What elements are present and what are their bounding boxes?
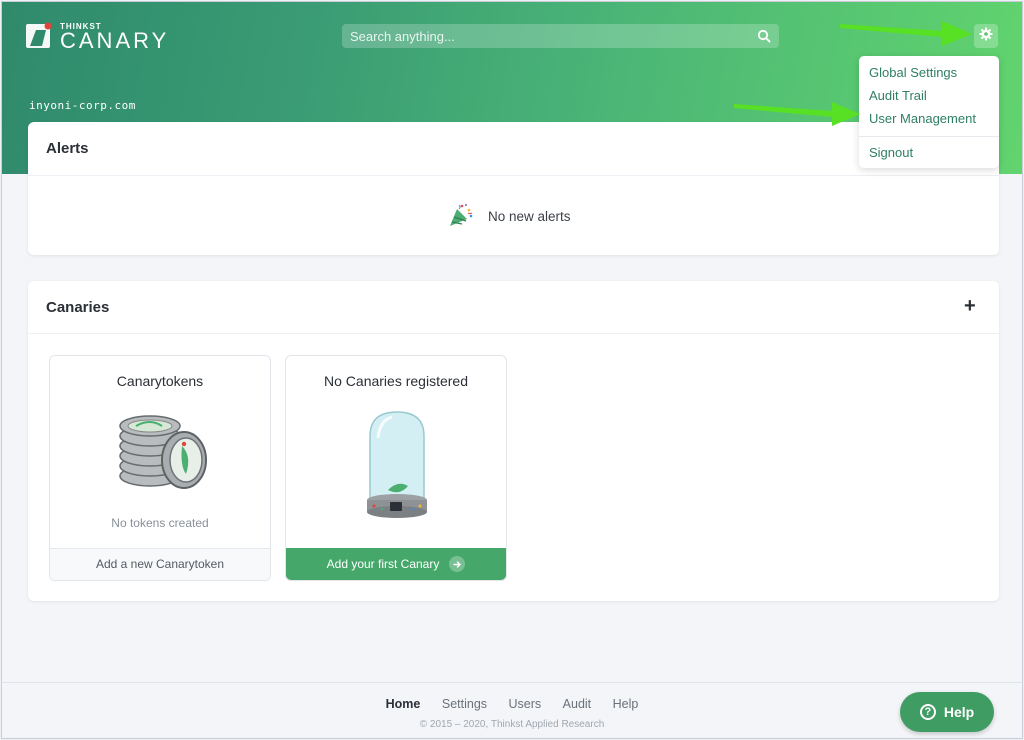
canarytokens-tile[interactable]: Canarytokens No tokens created Add a new…	[49, 355, 271, 581]
search-bar[interactable]	[342, 24, 779, 48]
canary-logo-icon	[26, 22, 52, 48]
plus-icon[interactable]: +	[964, 295, 976, 318]
menu-item-user-management[interactable]: User Management	[869, 111, 976, 126]
canary-jar-illustration	[362, 408, 432, 529]
gear-icon	[979, 27, 993, 46]
help-label: Help	[943, 704, 975, 720]
divider	[28, 333, 999, 334]
settings-dropdown-menu: Global Settings Audit Trail User Managem…	[859, 56, 999, 168]
alerts-empty-text: No new alerts	[488, 209, 571, 224]
menu-item-signout[interactable]: Signout	[869, 145, 913, 160]
divider	[28, 175, 999, 176]
arrow-right-icon	[449, 556, 466, 572]
canarytokens-title: Canarytokens	[116, 373, 204, 389]
footer-nav: Home Settings Users Audit Help	[2, 697, 1022, 711]
add-first-canary-label: Add your first Canary	[326, 556, 440, 571]
app-window: THINKST CANARY Search anything... inyoni…	[1, 1, 1023, 739]
brand-wordmark: THINKST CANARY	[60, 22, 170, 53]
brand-logo[interactable]: THINKST CANARY	[26, 22, 170, 53]
alerts-empty-state: No new alerts	[448, 202, 571, 231]
no-canaries-title: No Canaries registered	[324, 373, 468, 389]
footer-link-home[interactable]: Home	[386, 697, 421, 711]
footer-divider	[2, 682, 1022, 683]
copyright-text: © 2015 – 2020, Thinkst Applied Research	[419, 719, 605, 730]
menu-item-audit-trail[interactable]: Audit Trail	[869, 88, 927, 103]
footer-link-help[interactable]: Help	[613, 697, 639, 711]
search-input[interactable]	[350, 28, 750, 44]
add-canarytoken-button[interactable]: Add a new Canarytoken	[50, 548, 270, 580]
party-popper-icon	[448, 202, 474, 231]
token-coins-illustration	[112, 410, 212, 499]
no-tokens-text: No tokens created	[111, 516, 209, 530]
alerts-title: Alerts	[46, 140, 89, 157]
settings-button[interactable]	[974, 24, 998, 48]
help-button[interactable]: ? Help	[900, 692, 994, 732]
footer-link-audit[interactable]: Audit	[563, 697, 592, 711]
canaries-card: Canaries + Canarytokens No tokens create…	[28, 281, 999, 601]
footer-link-settings[interactable]: Settings	[442, 697, 487, 711]
brand-name: CANARY	[60, 28, 170, 53]
menu-divider	[859, 136, 999, 137]
add-first-canary-button[interactable]: Add your first Canary	[286, 548, 506, 580]
canaries-title: Canaries	[46, 299, 110, 316]
menu-item-global-settings[interactable]: Global Settings	[869, 65, 957, 80]
search-icon[interactable]	[757, 29, 771, 43]
footer-link-users[interactable]: Users	[509, 697, 542, 711]
account-domain: inyoni-corp.com	[29, 99, 136, 112]
question-icon: ?	[919, 704, 936, 720]
no-canaries-tile[interactable]: No Canaries registered Add your first Ca…	[285, 355, 507, 581]
alerts-card: Alerts No new alerts	[28, 122, 999, 255]
